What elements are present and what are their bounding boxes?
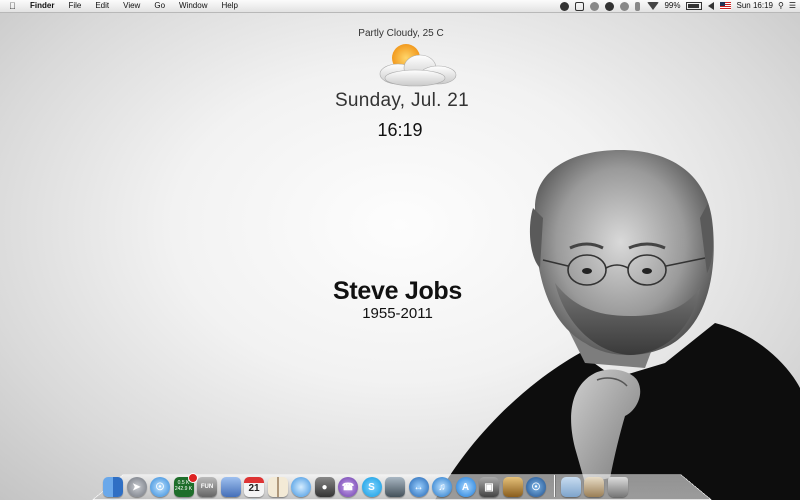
photo-status-icon[interactable] <box>575 1 585 11</box>
status-area: 99% Sun 16:19 ⚲ ☰ <box>554 0 796 12</box>
dock: ➤ ☉ 0.5 K 242.9 K FUN 21 ● ☎ S ↔ ♫ A ▣ ☉ <box>103 463 703 497</box>
trash-icon[interactable] <box>607 477 628 497</box>
notification-badge <box>187 473 198 483</box>
spotlight-icon[interactable]: ⚲ <box>778 0 784 12</box>
launchpad-icon[interactable]: ➤ <box>126 477 147 497</box>
app-store-icon[interactable]: A <box>455 477 476 497</box>
skype-status-icon[interactable] <box>560 1 570 11</box>
notification-center-icon[interactable]: ☰ <box>789 0 796 12</box>
safari-icon[interactable]: ☉ <box>150 477 170 497</box>
weather-text: Partly Cloudy, 25 C <box>358 28 444 39</box>
network-utility-icon[interactable]: ☉ <box>526 477 546 497</box>
battery-icon[interactable] <box>686 2 703 10</box>
monitor-down-value: 242.9 K <box>174 486 193 492</box>
itunes-icon[interactable]: ♫ <box>432 477 452 497</box>
us-flag-icon[interactable] <box>720 2 732 10</box>
battery-percent: 99% <box>664 1 681 10</box>
portrait-image <box>435 150 800 500</box>
menu-app-finder[interactable]: Finder <box>30 0 54 12</box>
widget-time: 16:19 <box>377 120 423 140</box>
menu-bar:  Finder File Edit View Go Window Help 9… <box>0 0 800 13</box>
timemachine-icon[interactable] <box>620 1 630 11</box>
facetime-icon[interactable]: ● <box>314 477 335 497</box>
apple-menu-icon[interactable]:  <box>9 0 16 12</box>
dictionary-icon[interactable] <box>267 477 288 497</box>
applications-folder-icon[interactable] <box>560 477 581 497</box>
partly-cloudy-icon <box>379 44 457 87</box>
finder-icon[interactable] <box>103 477 123 497</box>
menu-list: Finder File Edit View Go Window Help <box>30 0 252 12</box>
network-icon[interactable]: ↔ <box>408 477 429 497</box>
iphoto-icon[interactable] <box>385 477 405 497</box>
messages-icon[interactable] <box>291 477 311 497</box>
messenger-icon[interactable] <box>605 1 615 11</box>
menu-go[interactable]: Go <box>154 0 165 12</box>
downloads-folder-icon[interactable] <box>584 477 604 497</box>
widget-date: Sunday, Jul. 21 <box>334 90 470 111</box>
bluetooth-icon[interactable] <box>635 1 641 11</box>
wifi-icon[interactable] <box>647 2 660 10</box>
font-book-icon[interactable]: FUN <box>197 477 217 497</box>
menu-window[interactable]: Window <box>179 0 207 12</box>
dock-separator <box>553 475 555 497</box>
viber-icon[interactable]: ☎ <box>338 477 358 497</box>
photo-booth-icon[interactable]: ▣ <box>479 477 499 497</box>
menu-view[interactable]: View <box>123 0 140 12</box>
menu-edit[interactable]: Edit <box>95 0 109 12</box>
headphones-icon[interactable] <box>590 1 600 11</box>
menu-clock[interactable]: Sun 16:19 <box>736 0 772 12</box>
menu-file[interactable]: File <box>68 0 81 12</box>
activity-monitor-icon[interactable]: 0.5 K 242.9 K <box>173 473 198 497</box>
calendar-day: 21 <box>248 483 260 494</box>
preview-icon[interactable] <box>220 477 241 497</box>
menu-help[interactable]: Help <box>221 0 237 12</box>
volume-icon[interactable] <box>708 2 715 10</box>
calendar-icon[interactable]: 21 <box>244 477 264 497</box>
keychain-icon[interactable] <box>502 477 523 497</box>
skype-icon[interactable]: S <box>361 477 382 497</box>
desktop[interactable]:  Finder File Edit View Go Window Help 9… <box>0 0 800 500</box>
